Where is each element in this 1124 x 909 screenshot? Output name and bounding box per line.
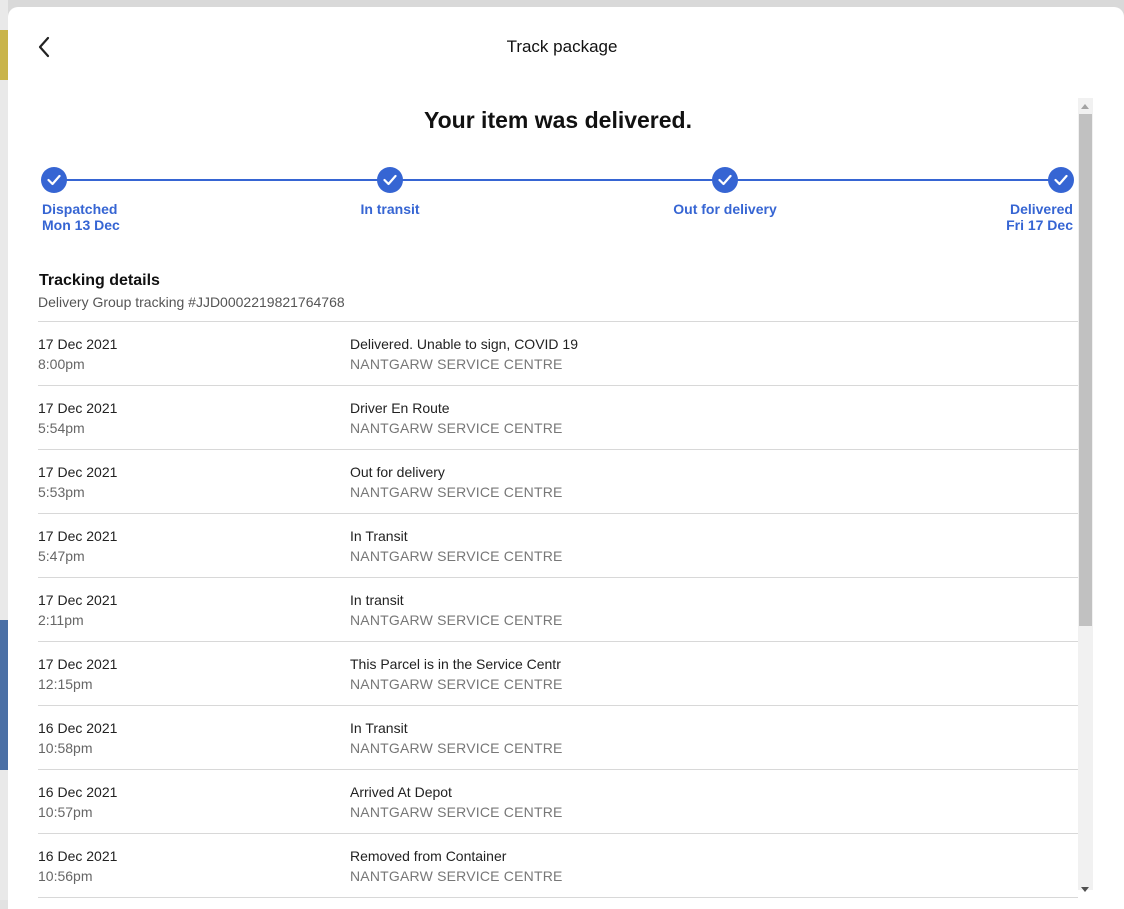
event-location: NANTGARW SERVICE CENTRE <box>350 484 563 500</box>
event-location: NANTGARW SERVICE CENTRE <box>350 356 563 372</box>
event-time: 10:58pm <box>38 740 93 756</box>
event-location: NANTGARW SERVICE CENTRE <box>350 612 563 628</box>
event-location: NANTGARW SERVICE CENTRE <box>350 804 563 820</box>
vertical-scrollbar[interactable] <box>1078 98 1093 892</box>
event-status: In transit <box>350 592 404 608</box>
event-status: Delivered. Unable to sign, COVID 19 <box>350 336 578 352</box>
tracking-events-list: 17 Dec 2021 8:00pm Delivered. Unable to … <box>38 321 1078 908</box>
event-date: 17 Dec 2021 <box>38 656 118 672</box>
event-status: Driver En Route <box>350 400 450 416</box>
step-delivered-label: Delivered Fri 17 Dec <box>973 201 1073 233</box>
tracking-event-row <box>38 897 1078 908</box>
event-time: 10:56pm <box>38 868 93 884</box>
modal-title: Track package <box>506 37 618 56</box>
event-date: 17 Dec 2021 <box>38 464 118 480</box>
scrollbar-thumb[interactable] <box>1079 114 1092 626</box>
step-label-text: In transit <box>360 201 420 217</box>
event-time: 10:57pm <box>38 804 93 820</box>
event-location: NANTGARW SERVICE CENTRE <box>350 420 563 436</box>
event-time: 5:54pm <box>38 420 85 436</box>
event-time: 2:11pm <box>38 612 84 628</box>
event-date: 17 Dec 2021 <box>38 528 118 544</box>
tracking-event-row: 16 Dec 2021 10:56pm Removed from Contain… <box>38 833 1078 897</box>
event-location: NANTGARW SERVICE CENTRE <box>350 548 563 564</box>
step-date: Fri 17 Dec <box>1006 217 1073 233</box>
tracking-event-row: 17 Dec 2021 2:11pm In transit NANTGARW S… <box>38 577 1078 641</box>
event-date: 17 Dec 2021 <box>38 400 118 416</box>
tracking-event-row: 16 Dec 2021 10:58pm In Transit NANTGARW … <box>38 705 1078 769</box>
progress-line <box>54 179 1060 181</box>
step-dispatched-dot <box>41 167 67 193</box>
scroll-area[interactable]: Your item was delivered. Dispatched Mon … <box>8 97 1094 909</box>
event-time: 12:15pm <box>38 676 93 692</box>
background-left-strip <box>0 0 8 909</box>
event-status: Removed from Container <box>350 848 507 864</box>
event-location: NANTGARW SERVICE CENTRE <box>350 740 563 756</box>
event-time: 5:53pm <box>38 484 85 500</box>
step-date: Mon 13 Dec <box>42 217 120 233</box>
check-icon <box>383 174 397 186</box>
step-delivered-dot <box>1048 167 1074 193</box>
tracking-details-title: Tracking details <box>39 272 160 289</box>
delivery-progress: Dispatched Mon 13 Dec In transit Out for… <box>38 165 1078 235</box>
tracking-event-row: 17 Dec 2021 12:15pm This Parcel is in th… <box>38 641 1078 705</box>
event-date: 17 Dec 2021 <box>38 592 118 608</box>
step-label-text: Dispatched <box>42 201 118 217</box>
delivery-headline: Your item was delivered. <box>423 107 692 133</box>
step-out-for-delivery-dot <box>712 167 738 193</box>
event-date: 16 Dec 2021 <box>38 848 118 864</box>
scroll-down-arrow-icon[interactable] <box>1081 887 1089 892</box>
step-label-text: Out for delivery <box>673 201 777 217</box>
event-status: In Transit <box>350 720 408 736</box>
step-out-for-delivery-label: Out for delivery <box>655 201 795 217</box>
check-icon <box>47 174 61 186</box>
check-icon <box>718 174 732 186</box>
event-status: In Transit <box>350 528 408 544</box>
event-date: 17 Dec 2021 <box>38 336 118 352</box>
tracking-event-row: 16 Dec 2021 10:57pm Arrived At Depot NAN… <box>38 769 1078 833</box>
event-time: 5:47pm <box>38 548 85 564</box>
modal-header: Track package <box>8 7 1124 87</box>
event-time: 8:00pm <box>38 356 85 372</box>
event-location: NANTGARW SERVICE CENTRE <box>350 868 563 884</box>
tracking-event-row: 17 Dec 2021 5:47pm In Transit NANTGARW S… <box>38 513 1078 577</box>
event-status: Out for delivery <box>350 464 445 480</box>
event-location: NANTGARW SERVICE CENTRE <box>350 676 563 692</box>
tracking-number: Delivery Group tracking #JJD000221982176… <box>38 294 345 310</box>
event-date: 16 Dec 2021 <box>38 720 118 736</box>
scroll-up-arrow-icon[interactable] <box>1081 104 1089 109</box>
step-in-transit-label: In transit <box>340 201 440 217</box>
tracking-event-row: 17 Dec 2021 8:00pm Delivered. Unable to … <box>38 321 1078 385</box>
step-in-transit-dot <box>377 167 403 193</box>
check-icon <box>1054 174 1068 186</box>
event-status: Arrived At Depot <box>350 784 452 800</box>
tracking-event-row: 17 Dec 2021 5:54pm Driver En Route NANTG… <box>38 385 1078 449</box>
event-date: 16 Dec 2021 <box>38 784 118 800</box>
track-package-modal: Track package Your item was delivered. D… <box>8 7 1124 909</box>
step-label-text: Delivered <box>1009 201 1073 217</box>
tracking-event-row: 17 Dec 2021 5:53pm Out for delivery NANT… <box>38 449 1078 513</box>
event-status: This Parcel is in the Service Centr <box>350 656 561 672</box>
step-dispatched-label: Dispatched Mon 13 Dec <box>42 201 120 233</box>
